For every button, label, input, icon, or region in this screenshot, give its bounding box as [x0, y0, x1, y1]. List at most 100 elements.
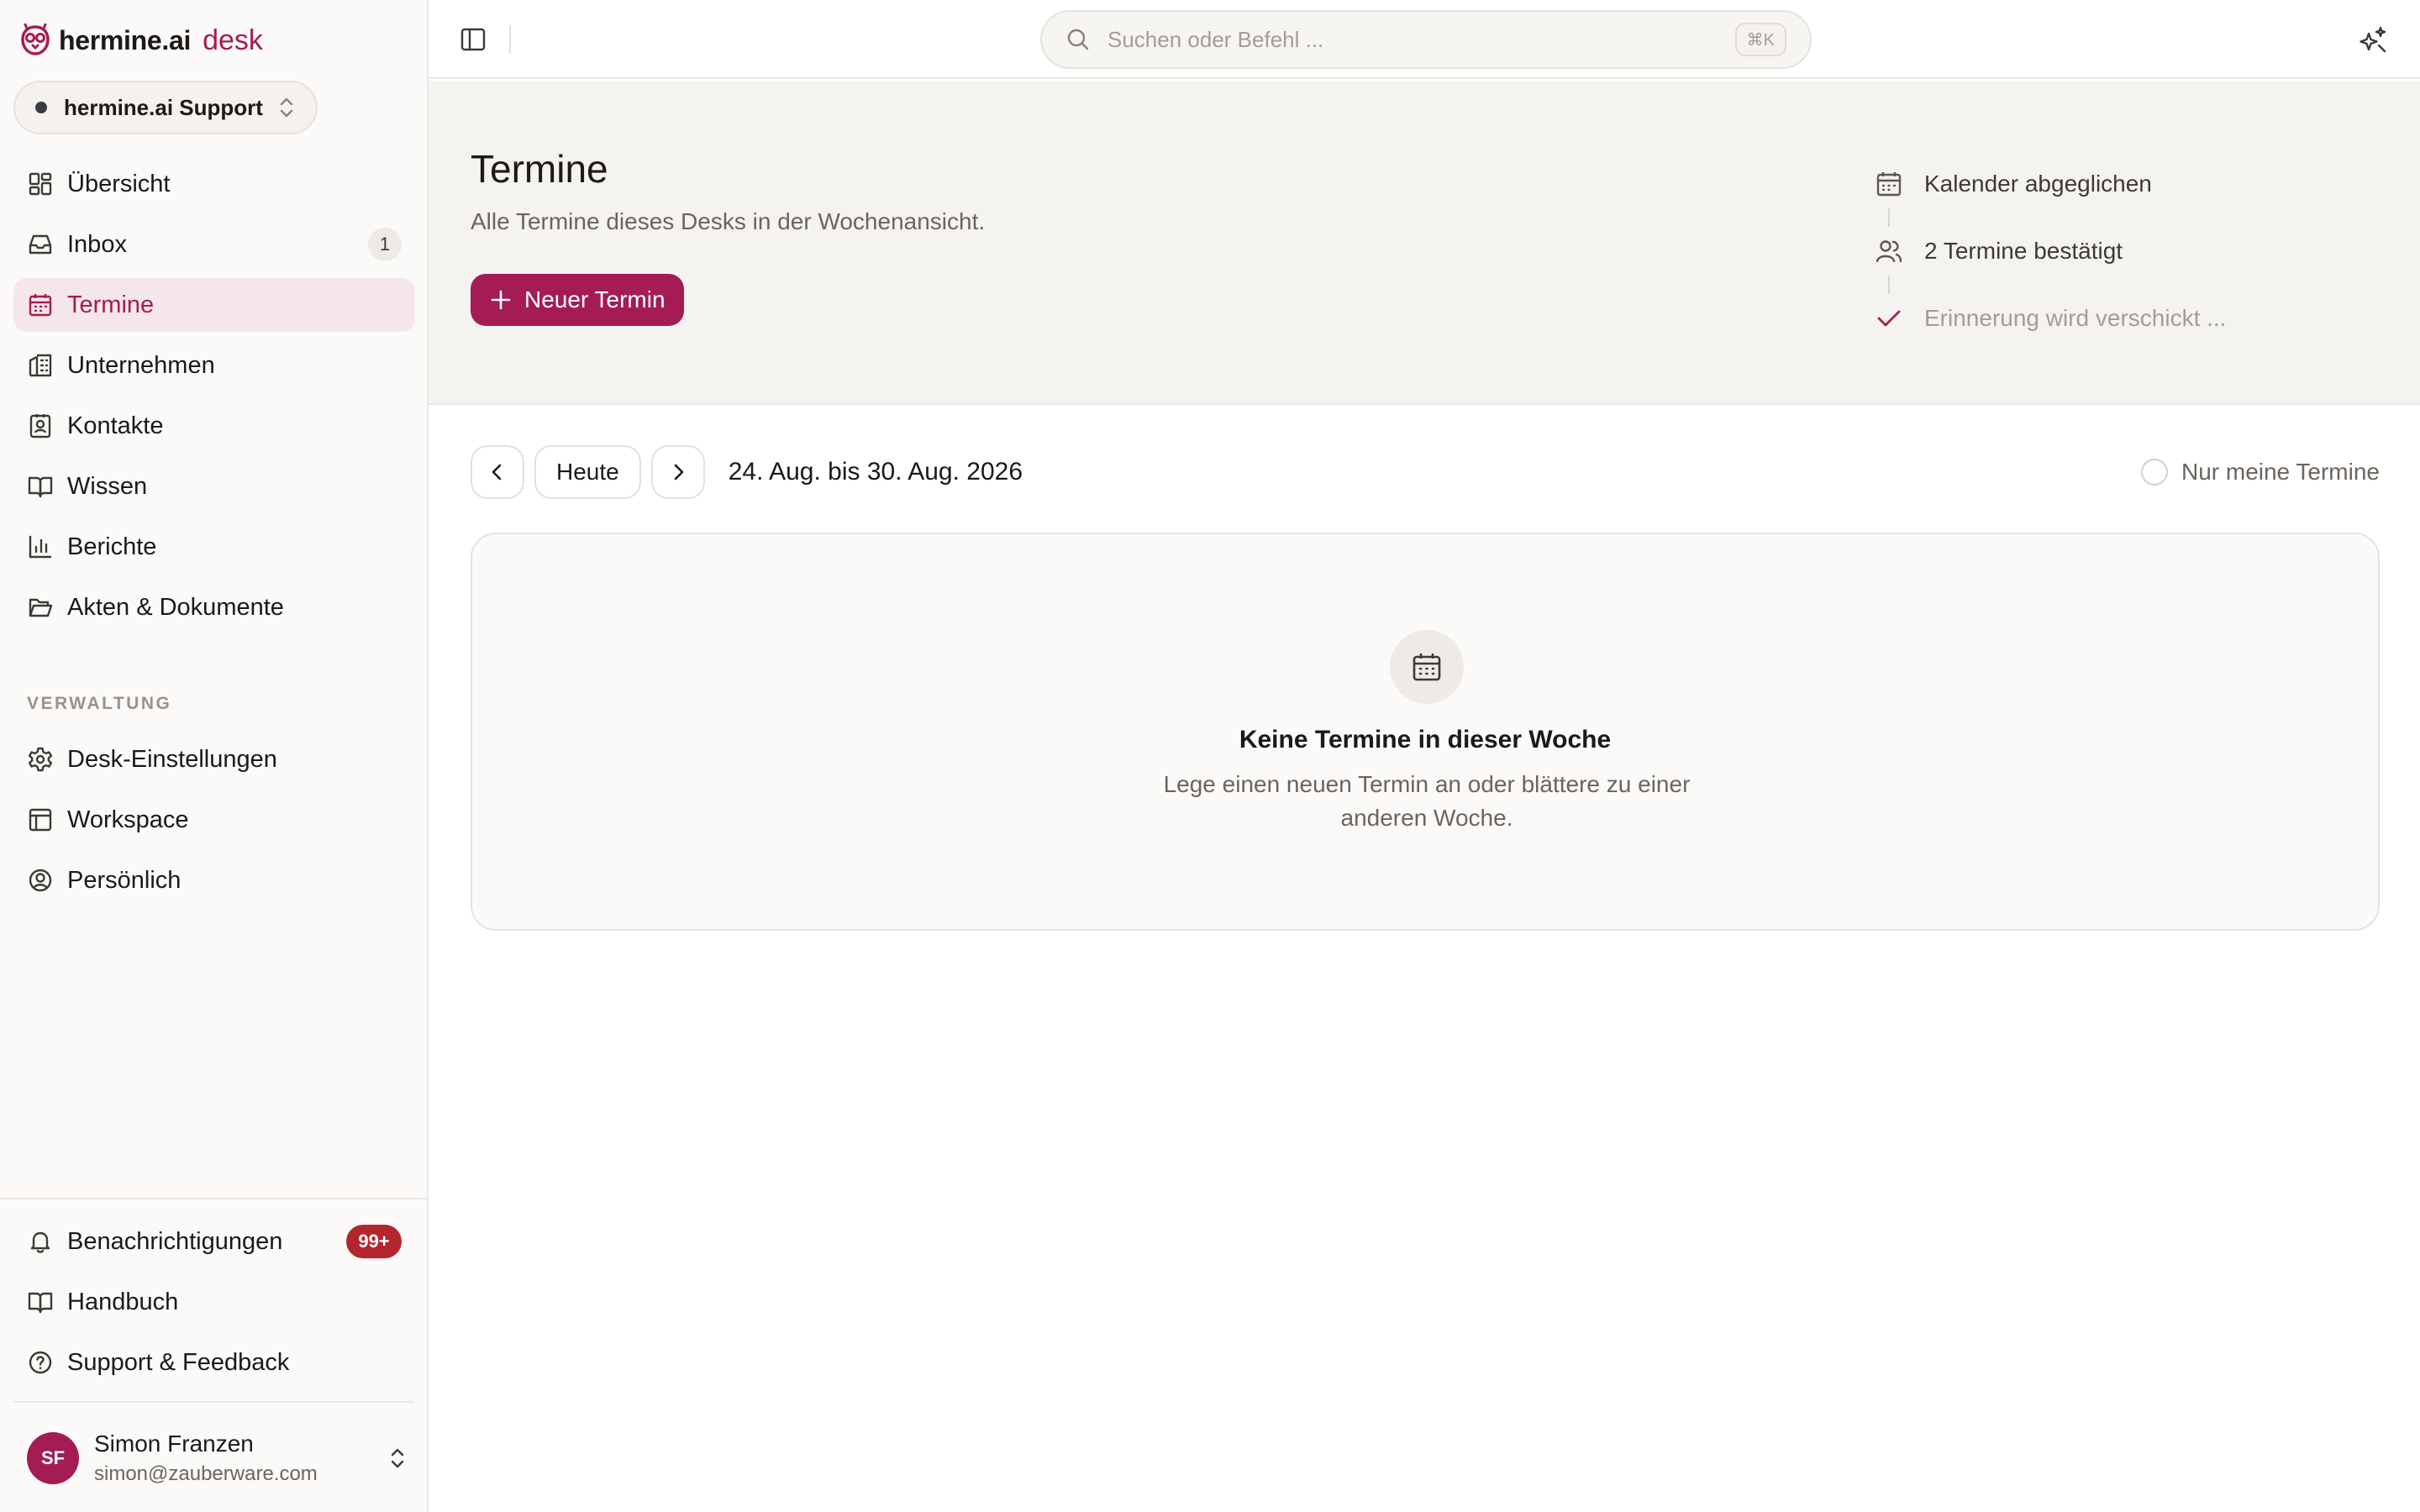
new-appointment-button[interactable]: Neuer Termin — [471, 274, 684, 326]
sparkles-icon[interactable] — [2356, 24, 2390, 57]
bar-chart-icon — [29, 535, 52, 559]
empty-state-icon — [1390, 630, 1464, 704]
page-subtitle: Alle Termine dieses Desks in der Wochena… — [471, 208, 986, 234]
nav-label: Support & Feedback — [67, 1348, 290, 1376]
topbar: ⌘K — [429, 0, 2420, 79]
admin-nav: Desk-Einstellungen Workspace Persönlich — [13, 732, 415, 914]
nav-label: Inbox — [67, 230, 127, 258]
only-mine-radio[interactable] — [2140, 459, 2168, 486]
nav-label: Kontakte — [67, 412, 164, 439]
nav-item-inbox[interactable]: Inbox 1 — [13, 218, 415, 271]
inbox-count-badge: 1 — [368, 228, 402, 261]
today-button[interactable]: Heute — [534, 445, 641, 499]
section-label-verwaltung: VERWALTUNG — [27, 694, 172, 713]
empty-state-title: Keine Termine in dieser Woche — [1239, 726, 1612, 753]
owl-logo-icon — [21, 24, 50, 55]
user-name: Simon Franzen — [94, 1431, 254, 1457]
nav-item-uebersicht[interactable]: Übersicht — [13, 157, 415, 211]
desk-status-dot — [35, 102, 47, 113]
chevron-right-icon — [674, 464, 684, 480]
user-info: Simon Franzen simon@zauberware.com — [94, 1431, 388, 1486]
chevron-up-down-icon — [280, 97, 293, 118]
notifications-badge: 99+ — [346, 1225, 402, 1258]
nav-item-desk-einstellungen[interactable]: Desk-Einstellungen — [13, 732, 415, 786]
gear-icon — [28, 747, 53, 772]
calendar-icon — [1876, 172, 1902, 197]
sidebar-toggle-icon[interactable] — [459, 25, 487, 54]
only-mine-label: Nur meine Termine — [2181, 459, 2380, 485]
brand-product: desk — [203, 24, 263, 56]
check-icon — [1877, 310, 1901, 327]
brand-name: hermine.ai — [59, 24, 192, 55]
nav-label: Wissen — [67, 472, 148, 500]
chevron-up-down-icon — [391, 1448, 404, 1468]
nav-label: Termine — [67, 291, 155, 318]
building-icon — [29, 354, 52, 377]
nav-item-handbuch[interactable]: Handbuch — [13, 1275, 415, 1329]
week-range-label: 24. Aug. bis 30. Aug. 2026 — [728, 458, 1023, 486]
week-navigation: Heute 24. Aug. bis 30. Aug. 2026 — [471, 445, 1023, 499]
help-circle-icon — [29, 1351, 52, 1374]
footer-nav: Benachrichtigungen 99+ Handbuch Support … — [13, 1215, 415, 1396]
users-icon — [1876, 240, 1902, 263]
divider — [13, 1401, 413, 1403]
timeline-connector — [1888, 208, 1890, 227]
new-appointment-label: Neuer Termin — [524, 286, 666, 312]
avatar: SF — [27, 1432, 79, 1484]
nav-item-termine[interactable]: Termine — [13, 278, 415, 332]
shortcut-hint: ⌘K — [1734, 23, 1786, 56]
status-text: Kalender abgeglichen — [1924, 171, 2152, 197]
previous-week-button[interactable] — [471, 445, 524, 499]
status-item: 2 Termine bestätigt — [1874, 228, 2395, 274]
next-week-button[interactable] — [650, 445, 705, 499]
nav-label: Berichte — [67, 533, 157, 560]
nav-item-support[interactable]: Support & Feedback — [13, 1336, 415, 1389]
nav-item-wissen[interactable]: Wissen — [13, 459, 415, 513]
search-input[interactable] — [1107, 26, 1735, 53]
calendar-icon — [29, 294, 52, 317]
user-circle-icon — [29, 869, 52, 892]
nav-label: Übersicht — [67, 170, 171, 197]
status-item: Erinnerung wird verschickt ... — [1874, 296, 2395, 341]
nav-item-berichte[interactable]: Berichte — [13, 520, 415, 574]
nav-item-akten[interactable]: Akten & Dokumente — [13, 580, 415, 634]
nav-item-kontakte[interactable]: Kontakte — [13, 399, 415, 453]
user-email: simon@zauberware.com — [94, 1462, 318, 1485]
empty-state-card: Keine Termine in dieser Woche Lege einen… — [471, 533, 2380, 931]
search-icon — [1067, 29, 1089, 50]
nav-label: Desk-Einstellungen — [67, 745, 277, 773]
nav-label: Benachrichtigungen — [67, 1227, 283, 1255]
divider — [0, 1198, 427, 1200]
search-bar[interactable]: ⌘K — [1040, 10, 1812, 69]
nav-item-workspace[interactable]: Workspace — [13, 793, 415, 847]
nav-label: Workspace — [67, 806, 189, 833]
user-menu[interactable]: SF Simon Franzen simon@zauberware.com — [27, 1428, 407, 1488]
book-icon — [28, 1292, 53, 1314]
brand[interactable]: hermine.ai desk — [20, 22, 263, 59]
timeline-connector — [1888, 276, 1890, 294]
only-mine-toggle[interactable]: Nur meine Termine — [2140, 445, 2380, 499]
page-title: Termine — [471, 147, 608, 191]
nav-item-persoenlich[interactable]: Persönlich — [13, 853, 415, 907]
status-item: Kalender abgeglichen — [1874, 161, 2395, 207]
plus-icon — [491, 290, 511, 310]
contact-book-icon — [29, 414, 51, 438]
nav-label: Akten & Dokumente — [67, 593, 284, 621]
bell-icon — [30, 1231, 50, 1253]
nav-label: Persönlich — [67, 866, 182, 894]
page-header: Termine Alle Termine dieses Desks in der… — [429, 81, 2420, 405]
layout-icon — [29, 808, 52, 832]
desk-name: hermine.ai Support — [64, 94, 263, 120]
status-timeline: Kalender abgeglichen 2 Termine bestätigt… — [1874, 161, 2395, 341]
book-open-icon — [28, 476, 53, 498]
divider — [509, 25, 511, 54]
dashboard-icon — [29, 172, 52, 196]
desk-switcher[interactable]: hermine.ai Support — [13, 81, 318, 134]
status-text: Erinnerung wird verschickt ... — [1924, 305, 2227, 331]
nav-item-benachrichtigungen[interactable]: Benachrichtigungen 99+ — [13, 1215, 415, 1268]
nav-label: Handbuch — [67, 1288, 179, 1315]
inbox-icon — [29, 234, 52, 255]
main-nav: Übersicht Inbox 1 Termine Unternehmen Ko… — [13, 157, 415, 641]
empty-state-text: Lege einen neuen Termin an oder blättere… — [1163, 771, 1691, 831]
nav-item-unternehmen[interactable]: Unternehmen — [13, 339, 415, 392]
